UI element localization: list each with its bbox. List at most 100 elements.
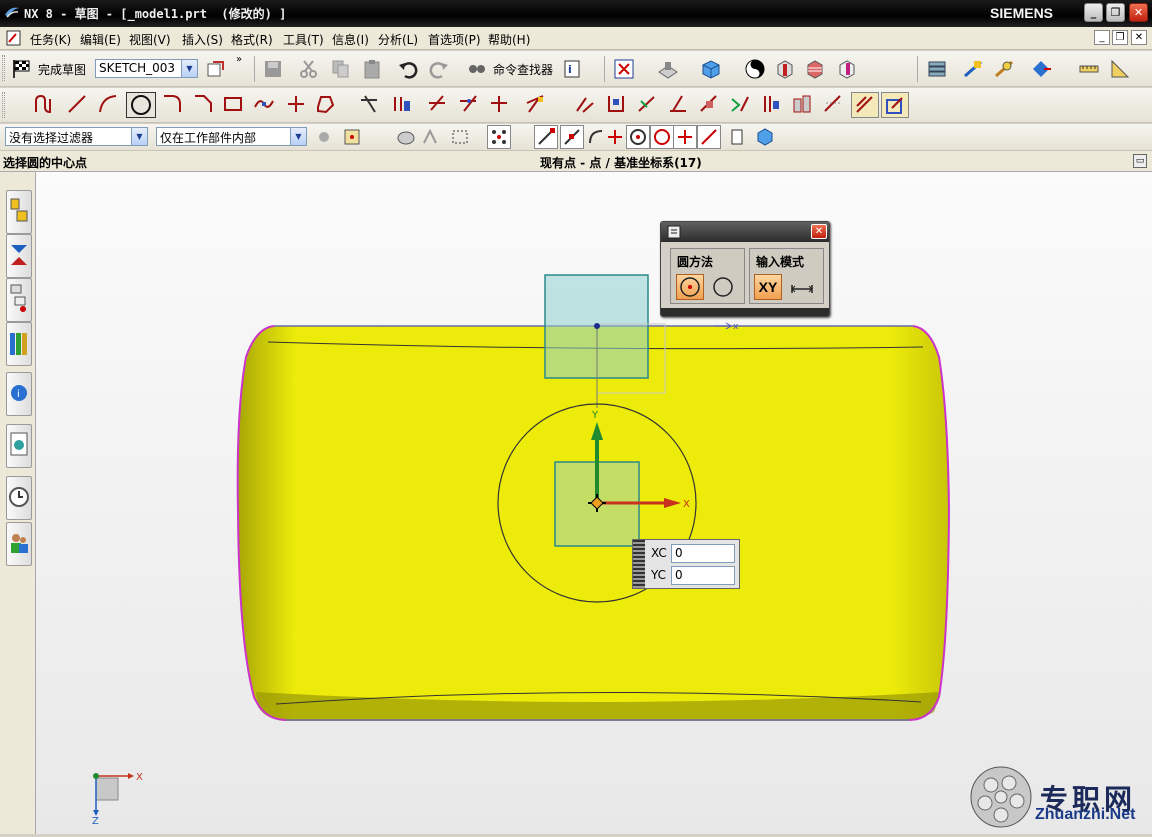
- circle-tool-button[interactable]: [126, 92, 156, 118]
- drag-handle[interactable]: [633, 540, 645, 588]
- section-box-icon[interactable]: [836, 58, 858, 80]
- history-tab[interactable]: [6, 476, 32, 520]
- menu-info[interactable]: 信息(I): [332, 31, 369, 48]
- three-point-option[interactable]: [709, 274, 737, 300]
- control-point-icon[interactable]: [586, 127, 606, 147]
- chevron-down-icon[interactable]: ▼: [131, 128, 147, 145]
- offset-curve-icon[interactable]: [390, 93, 412, 115]
- xy-mode-option[interactable]: XY: [754, 274, 782, 300]
- rectangle-select-icon[interactable]: [450, 127, 470, 147]
- selection-filter-combo[interactable]: 没有选择过滤器 ▼: [5, 127, 148, 146]
- wcs-icon[interactable]: [962, 58, 984, 80]
- constraint-arrow-icon[interactable]: [636, 93, 658, 115]
- maximize-graphics-button[interactable]: ▭: [1133, 154, 1147, 168]
- point-on-curve-toggle[interactable]: [697, 125, 721, 149]
- menu-preferences[interactable]: 首选项(P): [428, 31, 481, 48]
- parameter-mode-option[interactable]: [788, 274, 816, 300]
- layers-icon[interactable]: [926, 58, 948, 80]
- angle-ruler-icon[interactable]: [1109, 58, 1131, 80]
- reattach-sketch-icon[interactable]: [205, 58, 227, 80]
- red-box-icon[interactable]: [774, 58, 796, 80]
- arc-center-toggle[interactable]: [626, 125, 650, 149]
- cut-icon[interactable]: [298, 58, 320, 80]
- layer-box-icon[interactable]: [804, 58, 826, 80]
- parallel-constraint-icon[interactable]: [760, 93, 782, 115]
- auto-constrain-icon[interactable]: [667, 93, 689, 115]
- select-all-icon[interactable]: [396, 127, 416, 147]
- arc-icon[interactable]: [97, 93, 119, 115]
- chevron-down-icon[interactable]: ▼: [290, 128, 306, 145]
- menu-tools[interactable]: 工具(T): [283, 31, 324, 48]
- hd3d-tools-tab[interactable]: i: [6, 372, 32, 416]
- polygon-icon[interactable]: [314, 93, 336, 115]
- chevron-down-icon[interactable]: ▼: [181, 60, 197, 77]
- ruler-icon[interactable]: [1078, 58, 1100, 80]
- point-list-icon[interactable]: [727, 127, 747, 147]
- existing-point-toggle[interactable]: [673, 125, 697, 149]
- show-constraints-icon[interactable]: [729, 93, 751, 115]
- animate-dimension-icon[interactable]: [791, 93, 813, 115]
- dimension-icon[interactable]: [574, 93, 596, 115]
- quadrant-toggle[interactable]: [650, 125, 674, 149]
- center-diameter-option[interactable]: [676, 274, 704, 300]
- relax-constraint-button[interactable]: [851, 92, 879, 118]
- snap-endpoint-toggle[interactable]: [534, 125, 558, 149]
- command-finder-label[interactable]: 命令查找器: [493, 61, 553, 78]
- menu-insert[interactable]: 插入(S): [182, 31, 223, 48]
- roles-tab[interactable]: [6, 522, 32, 566]
- chamfer-icon[interactable]: [192, 93, 214, 115]
- point-icon[interactable]: [285, 93, 307, 115]
- select-connected-icon[interactable]: [420, 127, 440, 147]
- snap-points-toggle[interactable]: [487, 125, 511, 149]
- make-corner-icon[interactable]: [524, 93, 546, 115]
- intersection-point-icon[interactable]: [426, 93, 448, 115]
- derived-line-icon[interactable]: [457, 93, 479, 115]
- menu-analysis[interactable]: 分析(L): [378, 31, 418, 48]
- restore-button[interactable]: ❐: [1106, 3, 1125, 22]
- assembly-navigator-tab[interactable]: [6, 190, 32, 234]
- auto-dimension-icon[interactable]: [698, 93, 720, 115]
- dialog-close-button[interactable]: ✕: [811, 224, 827, 239]
- menu-view[interactable]: 视图(V): [129, 31, 171, 48]
- fit-view-icon[interactable]: [613, 58, 635, 80]
- snap-midpoint-toggle[interactable]: [560, 125, 584, 149]
- doc-close-button[interactable]: ✕: [1131, 30, 1147, 45]
- settings-gear-icon[interactable]: [314, 127, 334, 147]
- xc-input[interactable]: 0: [671, 544, 735, 563]
- line-icon[interactable]: [66, 93, 88, 115]
- doc-minimize-button[interactable]: _: [1094, 30, 1110, 45]
- background-icon[interactable]: [744, 58, 766, 80]
- dialog-menu-icon[interactable]: [667, 225, 681, 239]
- web-browser-tab[interactable]: [6, 424, 32, 468]
- shaded-cube-icon[interactable]: [700, 58, 722, 80]
- save-icon[interactable]: [262, 58, 284, 80]
- overflow-icon[interactable]: »: [236, 54, 242, 65]
- menu-format[interactable]: 格式(R): [231, 31, 273, 48]
- quick-trim-icon[interactable]: [358, 93, 380, 115]
- geometric-constraint-icon[interactable]: [605, 93, 627, 115]
- selection-scope-combo[interactable]: 仅在工作部件内部 ▼: [156, 127, 307, 146]
- finish-sketch-flag-icon[interactable]: [10, 58, 32, 80]
- minimize-button[interactable]: _: [1084, 3, 1103, 22]
- yc-input[interactable]: 0: [671, 566, 735, 585]
- intersection-snap-icon[interactable]: [605, 127, 625, 147]
- graphics-window[interactable]: x Y X X Z: [36, 172, 1152, 834]
- reuse-library-tab[interactable]: [6, 322, 32, 366]
- command-finder-icon[interactable]: [466, 58, 488, 80]
- profile-icon[interactable]: [33, 93, 55, 115]
- datum-origin-point[interactable]: [594, 323, 600, 329]
- snap-diamond-icon[interactable]: [1030, 58, 1052, 80]
- doc-restore-button[interactable]: ❐: [1112, 30, 1128, 45]
- close-button[interactable]: ✕: [1129, 3, 1148, 22]
- constraint-navigator-tab[interactable]: [6, 234, 32, 278]
- info-window-icon[interactable]: i: [562, 58, 584, 80]
- menu-edit[interactable]: 编辑(E): [80, 31, 121, 48]
- rectangle-icon[interactable]: [222, 93, 244, 115]
- view-orient-icon[interactable]: [657, 58, 679, 80]
- undo-icon[interactable]: [397, 58, 419, 80]
- paste-icon[interactable]: [361, 58, 383, 80]
- select-point-icon[interactable]: [342, 127, 362, 147]
- finish-sketch-label[interactable]: 完成草图: [38, 61, 86, 78]
- inferred-constraints-button[interactable]: [881, 92, 909, 118]
- menu-task[interactable]: 任务(K): [30, 31, 71, 48]
